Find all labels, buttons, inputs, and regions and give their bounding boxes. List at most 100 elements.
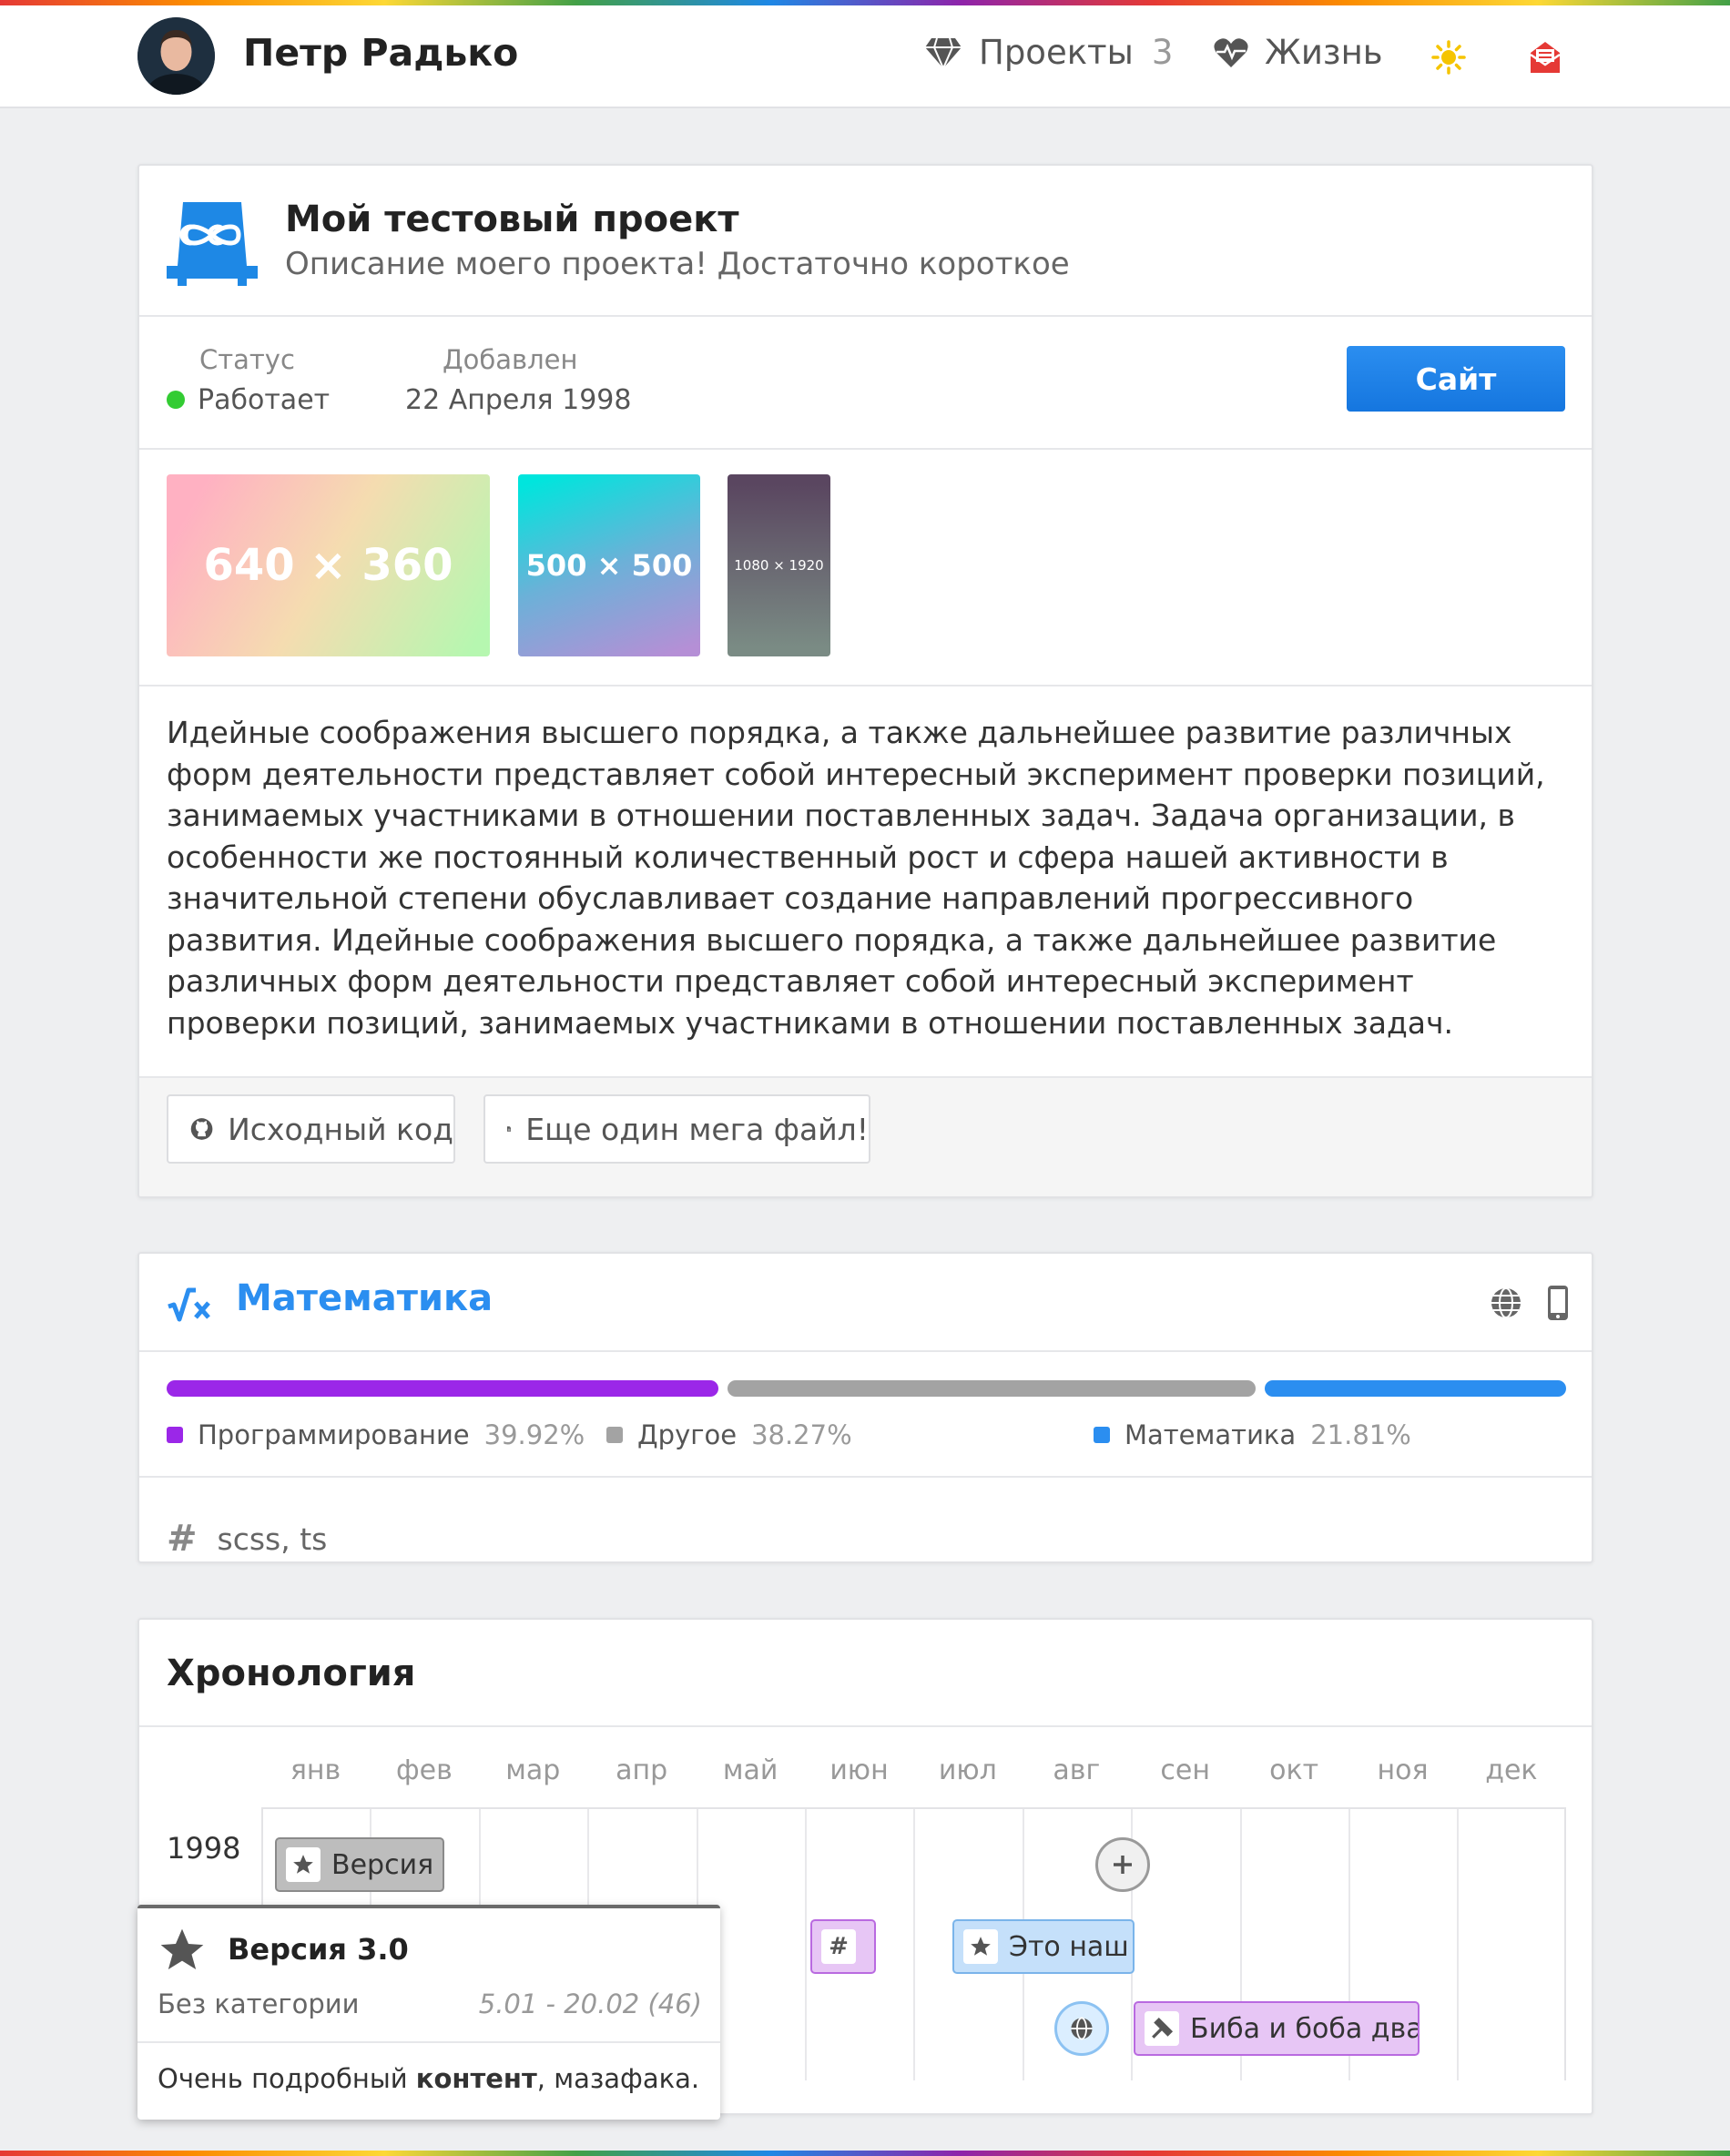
site-event-button[interactable] <box>1054 2001 1109 2056</box>
month-label: янв <box>290 1754 341 1786</box>
legend-swatch <box>1094 1427 1110 1443</box>
legend-label: Программирование <box>198 1419 470 1450</box>
month-gridline <box>913 1809 916 2080</box>
tags-text[interactable]: scss, ts <box>218 1521 328 1557</box>
month-label: авг <box>1053 1754 1101 1786</box>
added-label: Добавлен <box>443 344 578 375</box>
add-event-button[interactable] <box>1095 1837 1150 1892</box>
heartbeat-icon <box>1214 38 1248 68</box>
event-our-project-label: Это наш проект <box>1009 1930 1133 1963</box>
tooltip-title: Версия 3.0 <box>228 1932 409 1967</box>
project-title: Мой тестовый проект <box>285 198 739 240</box>
category-card: Математика # scss, ts Программирование 39… <box>137 1252 1593 1563</box>
tag-list: # scss, ts <box>167 1518 327 1560</box>
plus-icon <box>1114 1856 1132 1874</box>
diamond-icon <box>925 37 962 70</box>
month-gridline <box>805 1809 807 2080</box>
divider <box>139 685 1592 686</box>
tools-icon <box>1145 2011 1179 2046</box>
event-biba[interactable]: Биба и боба два г <box>1134 2001 1420 2056</box>
usage-bar-segment <box>1265 1380 1566 1397</box>
nav-projects-label: Проекты <box>979 33 1134 72</box>
added-date: 22 Апреля 1998 <box>405 384 632 416</box>
tooltip-category: Без категории <box>158 1988 360 2019</box>
legend-swatch <box>606 1427 623 1443</box>
month-label: июн <box>829 1754 889 1786</box>
event-version-label: Версия 3.0 <box>331 1848 443 1881</box>
globe-icon <box>1071 2017 1093 2040</box>
mail-open-icon <box>1530 42 1561 73</box>
globe-icon[interactable] <box>1490 1286 1522 1319</box>
event-tooltip: Версия 3.0 Без категории 5.01 - 20.02 (4… <box>137 1905 720 2120</box>
month-label: сен <box>1160 1754 1210 1786</box>
event-hash[interactable]: # <box>810 1919 876 1974</box>
divider <box>139 1725 1592 1727</box>
sqrt-icon <box>168 1287 210 1322</box>
legend-swatch <box>167 1427 183 1443</box>
avatar[interactable] <box>137 17 215 95</box>
github-icon <box>190 1118 213 1140</box>
month-label: окт <box>1269 1754 1319 1786</box>
chronology-title: Хронология <box>167 1653 416 1694</box>
legend-item: Математика 21.81% <box>1094 1419 1411 1450</box>
theme-toggle[interactable] <box>1431 40 1466 78</box>
project-card: Мой тестовый проект Описание моего проек… <box>137 164 1593 1198</box>
month-label: май <box>722 1754 778 1786</box>
gallery-image-3[interactable]: 1080 × 1920 <box>728 474 830 656</box>
gallery-image-1[interactable]: 640 × 360 <box>167 474 490 656</box>
mega-file-label: Еще один мега файл! <box>525 1111 869 1147</box>
site-button[interactable]: Сайт <box>1347 346 1565 412</box>
divider <box>139 1476 1592 1478</box>
mobile-icon[interactable] <box>1547 1285 1569 1321</box>
source-code-label: Исходный код <box>228 1111 453 1147</box>
mail-button[interactable] <box>1529 40 1562 78</box>
event-version[interactable]: Версия 3.0 <box>275 1837 444 1892</box>
divider <box>139 448 1592 450</box>
site-header: Петр Радько Проекты 3 Жизнь <box>0 5 1730 108</box>
month-label: дек <box>1485 1754 1538 1786</box>
legend-item: Другое 38.27% <box>606 1419 852 1450</box>
nav-projects-count: 3 <box>1151 33 1174 72</box>
hashtag-icon: # <box>167 1518 198 1560</box>
divider <box>139 1350 1592 1352</box>
status-value: Работает <box>167 384 330 416</box>
usage-bar-segment <box>727 1380 1257 1397</box>
nav-life[interactable]: Жизнь <box>1214 33 1383 73</box>
sun-icon <box>1431 40 1466 75</box>
star-icon <box>160 1928 204 1969</box>
month-label: фев <box>395 1754 453 1786</box>
month-gridline <box>1457 1809 1460 2080</box>
project-logo-icon <box>167 202 258 286</box>
month-label: июл <box>938 1754 997 1786</box>
tooltip-date-range: 5.01 - 20.02 (46) <box>478 1988 702 2019</box>
month-label: мар <box>505 1754 561 1786</box>
source-code-button[interactable]: Исходный код <box>167 1094 455 1164</box>
legend-percent: 21.81% <box>1310 1419 1411 1450</box>
nav-life-label: Жизнь <box>1265 33 1383 72</box>
gallery-image-2[interactable]: 500 × 500 <box>518 474 700 656</box>
legend-item: Программирование 39.92% <box>167 1419 585 1450</box>
legend-label: Математика <box>1124 1419 1297 1450</box>
tooltip-content: Очень подробный контент, мазафака. <box>158 2063 700 2094</box>
star-icon <box>963 1929 998 1964</box>
year-label: 1998 <box>167 1831 241 1866</box>
month-label: апр <box>616 1754 668 1786</box>
status-label: Статус <box>199 344 295 375</box>
project-description: Описание моего проекта! Достаточно корот… <box>285 246 1070 282</box>
usage-bar-segment <box>167 1380 718 1397</box>
divider <box>139 315 1592 317</box>
star-icon <box>286 1847 321 1882</box>
file-icon <box>507 1126 512 1132</box>
hashtag-icon: # <box>821 1929 856 1964</box>
category-title: Математика <box>236 1277 494 1319</box>
usage-bar <box>167 1254 1566 1255</box>
mega-file-button[interactable]: Еще один мега файл! <box>483 1094 870 1164</box>
legend-percent: 38.27% <box>751 1419 852 1450</box>
event-biba-label: Биба и боба два г <box>1190 2012 1420 2045</box>
nav-projects[interactable]: Проекты 3 <box>924 33 1173 73</box>
event-our-project[interactable]: Это наш проект <box>952 1919 1135 1974</box>
project-body-text: Идейные соображения высшего порядка, а т… <box>167 715 1545 1041</box>
legend-label: Другое <box>637 1419 738 1450</box>
profile-name[interactable]: Петр Радько <box>243 31 518 76</box>
legend-percent: 39.92% <box>483 1419 585 1450</box>
